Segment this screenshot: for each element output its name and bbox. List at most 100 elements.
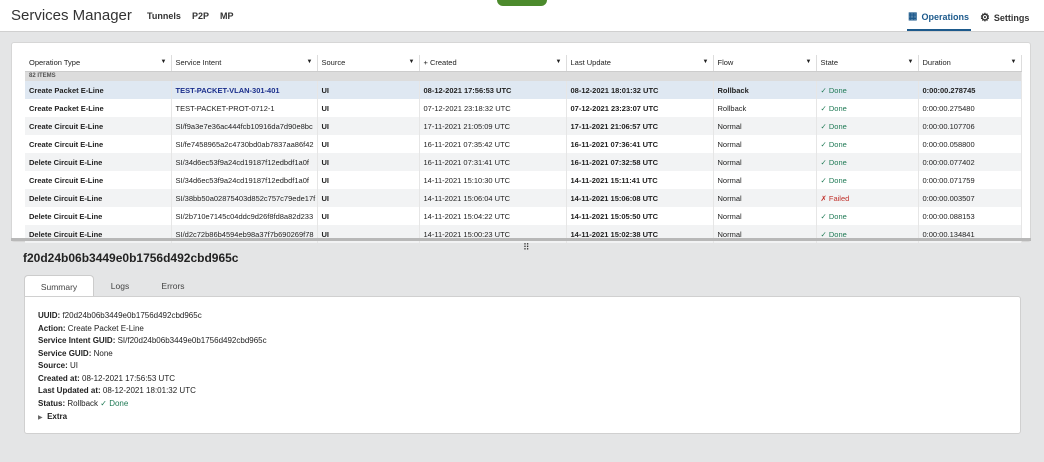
operations-tab[interactable]: ▦ Operations bbox=[908, 11, 969, 22]
table-cell: Normal bbox=[713, 135, 817, 153]
column-header[interactable]: State ▼ bbox=[816, 55, 919, 72]
table-cell: 16-11-2021 07:31:41 UTC bbox=[419, 153, 567, 171]
table-cell: ✗ Failed bbox=[816, 189, 919, 207]
table-cell: 07-12-2021 23:18:32 UTC bbox=[419, 99, 567, 117]
status-badge: ✓ Done bbox=[100, 398, 129, 408]
column-header[interactable]: Last Update ▼ bbox=[566, 55, 714, 72]
table-row[interactable]: Create Circuit E-Line SI/fe7458965a2c4730… bbox=[25, 135, 1022, 153]
table-cell: Delete Circuit E-Line bbox=[25, 153, 172, 171]
drag-handle-icon[interactable]: ⠿ bbox=[523, 242, 530, 253]
table-cell: 08-12-2021 18:01:32 UTC bbox=[566, 81, 714, 99]
item-count: 82 ITEMS bbox=[25, 71, 1022, 81]
field-value: Create Packet E-Line bbox=[67, 323, 144, 333]
summary-field: Source: UI bbox=[38, 360, 267, 373]
summary-field: Action: Create Packet E-Line bbox=[38, 323, 267, 336]
chevron-down-icon[interactable]: ▼ bbox=[806, 59, 812, 65]
table-cell: Create Packet E-Line bbox=[25, 99, 172, 117]
table-cell: 0:00:00.003507 bbox=[918, 189, 1022, 207]
column-label: State bbox=[820, 58, 839, 68]
drag-tab[interactable] bbox=[497, 0, 547, 6]
tab-summary[interactable]: Summary bbox=[24, 275, 94, 296]
table-cell: Create Circuit E-Line bbox=[25, 117, 172, 135]
nav-p2p[interactable]: P2P bbox=[192, 11, 209, 21]
chevron-down-icon[interactable]: ▼ bbox=[703, 59, 709, 65]
table-cell: 16-11-2021 07:32:58 UTC bbox=[566, 153, 714, 171]
nav-mp[interactable]: MP bbox=[220, 11, 234, 21]
table-cell: Normal bbox=[713, 189, 817, 207]
chevron-down-icon[interactable]: ▼ bbox=[307, 59, 313, 65]
summary-field: Last Updated at: 08-12-2021 18:01:32 UTC bbox=[38, 385, 267, 398]
table-cell: SI/34d6ec53f9a24cd19187f12edbdf1a0f bbox=[171, 171, 318, 189]
summary-field: Service Intent GUID: SI/f20d24b06b3449e0… bbox=[38, 335, 267, 348]
table-row[interactable]: Delete Circuit E-Line SI/38bb50a02875403d… bbox=[25, 189, 1022, 207]
chevron-down-icon[interactable]: ▼ bbox=[1011, 59, 1017, 65]
table-row[interactable]: Create Circuit E-Line SI/34d6ec53f9a24cd1… bbox=[25, 171, 1022, 189]
detail-title: f20d24b06b3449e0b1756d492cbd965c bbox=[23, 251, 239, 265]
table-cell: SI/fe7458965a2c4730bd0ab7837aa86f42 bbox=[171, 135, 318, 153]
column-label: Last Update bbox=[570, 58, 611, 68]
operations-table-card: Operation Type ▼ Service Intent ▼ Source ▼ + C… bbox=[11, 42, 1031, 243]
table-row[interactable]: Create Circuit E-Line SI/f9a3e7e36ac444fc… bbox=[25, 117, 1022, 135]
panel-splitter[interactable] bbox=[11, 238, 1031, 241]
operations-table: Operation Type ▼ Service Intent ▼ Source ▼ + C… bbox=[25, 55, 1022, 243]
table-cell: SI/f9a3e7e36ac444fcb10916da7d90e8bc bbox=[171, 117, 318, 135]
column-header[interactable]: Flow ▼ bbox=[713, 55, 817, 72]
column-header[interactable]: Service Intent ▼ bbox=[171, 55, 318, 72]
active-tab-underline bbox=[907, 29, 971, 31]
field-value: UI bbox=[70, 361, 79, 370]
table-cell: SI/34d6ec53f9a24cd19187f12edbdf1a0f bbox=[171, 153, 318, 171]
field-label: Status: bbox=[38, 398, 66, 408]
table-cell: 14-11-2021 15:06:04 UTC bbox=[419, 189, 567, 207]
nav-tunnels[interactable]: Tunnels bbox=[147, 11, 181, 21]
chevron-down-icon[interactable]: ▼ bbox=[908, 59, 914, 65]
field-label: Service Intent GUID: bbox=[38, 336, 116, 345]
chevron-down-icon[interactable]: ▼ bbox=[409, 59, 415, 65]
table-cell: ✓ Done bbox=[816, 81, 919, 99]
app-title: Services Manager bbox=[11, 7, 132, 24]
caret-right-icon: ▶ bbox=[38, 415, 43, 421]
tab-logs[interactable]: Logs bbox=[100, 275, 140, 296]
table-row[interactable]: Create Packet E-Line TEST-PACKET-VLAN-301… bbox=[25, 81, 1022, 99]
extra-label: Extra bbox=[47, 412, 68, 421]
top-bar: Services Manager Tunnels P2P MP ▦ Operati… bbox=[0, 0, 1044, 32]
field-label: Service GUID: bbox=[38, 348, 92, 358]
table-row[interactable]: Delete Circuit E-Line SI/34d6ec53f9a24cd1… bbox=[25, 153, 1022, 171]
column-header[interactable]: Operation Type ▼ bbox=[25, 55, 172, 72]
column-header[interactable]: Duration ▼ bbox=[918, 55, 1022, 72]
summary-field: Created at: 08-12-2021 17:56:53 UTC bbox=[38, 373, 267, 386]
extra-toggle[interactable]: ▶ Extra bbox=[38, 411, 267, 425]
field-label: Action: bbox=[38, 323, 66, 333]
table-cell: 0:00:00.058800 bbox=[918, 135, 1022, 153]
table-cell: Create Packet E-Line bbox=[25, 81, 172, 99]
table-cell: 17-11-2021 21:05:09 UTC bbox=[419, 117, 567, 135]
table-cell: 16-11-2021 07:35:42 UTC bbox=[419, 135, 567, 153]
chevron-down-icon[interactable]: ▼ bbox=[556, 59, 562, 65]
table-row[interactable]: Create Packet E-Line TEST-PACKET-PROT-071… bbox=[25, 99, 1022, 117]
table-row[interactable]: Delete Circuit E-Line SI/2b710e7145c04ddc… bbox=[25, 207, 1022, 225]
table-cell: Rollback bbox=[713, 81, 817, 99]
settings-tab[interactable]: ⚙ Settings bbox=[980, 11, 1029, 24]
column-label: Service Intent bbox=[175, 58, 222, 68]
table-cell: 14-11-2021 15:04:22 UTC bbox=[419, 207, 567, 225]
table-cell: UI bbox=[317, 81, 420, 99]
table-cell: ✓ Done bbox=[816, 171, 919, 189]
table-cell: SI/2b710e7145c04ddc9d26f8fd8a82d233 bbox=[171, 207, 318, 225]
table-cell: Normal bbox=[713, 153, 817, 171]
table-cell: Normal bbox=[713, 171, 817, 189]
summary-field: UUID: f20d24b06b3449e0b1756d492cbd965c bbox=[38, 310, 267, 323]
field-value: f20d24b06b3449e0b1756d492cbd965c bbox=[62, 311, 202, 320]
table-cell: 0:00:00.071759 bbox=[918, 171, 1022, 189]
summary-panel: UUID: f20d24b06b3449e0b1756d492cbd965c Ac… bbox=[24, 296, 1021, 434]
column-label: Operation Type bbox=[29, 58, 81, 68]
column-label: Duration bbox=[922, 58, 951, 68]
summary-field: Status: Rollback ✓ Done bbox=[38, 398, 267, 411]
table-cell: UI bbox=[317, 135, 420, 153]
chevron-down-icon[interactable]: ▼ bbox=[161, 59, 167, 65]
table-cell: 14-11-2021 15:11:41 UTC bbox=[566, 171, 714, 189]
column-header[interactable]: Source ▼ bbox=[317, 55, 420, 72]
column-header[interactable]: + Created ▼ bbox=[419, 55, 567, 72]
tab-errors[interactable]: Errors bbox=[152, 275, 194, 296]
column-label: + Created bbox=[423, 58, 457, 68]
table-cell: 14-11-2021 15:05:50 UTC bbox=[566, 207, 714, 225]
table-cell: UI bbox=[317, 153, 420, 171]
